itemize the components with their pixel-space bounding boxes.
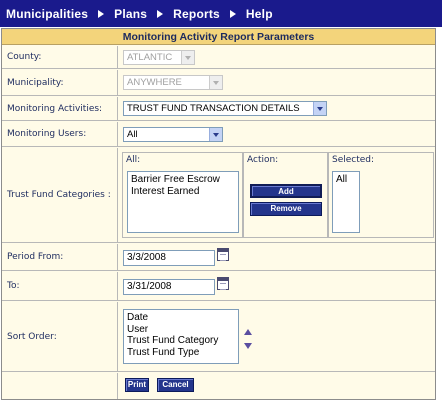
list-item[interactable]: Date — [127, 312, 235, 324]
trust-fund-label: Trust Fund Categories : — [2, 148, 118, 242]
form-title: Monitoring Activity Report Parameters — [2, 29, 435, 45]
county-label: County: — [2, 46, 118, 68]
remove-button[interactable]: Remove — [250, 202, 322, 216]
chevron-down-icon — [181, 51, 194, 64]
menu-arrow-icon — [157, 9, 164, 18]
chevron-down-icon — [209, 128, 222, 141]
list-item[interactable]: Trust Fund Category — [127, 335, 235, 347]
menu-municipalities[interactable]: Municipalities — [6, 6, 105, 21]
selected-panel: Selected: All — [328, 152, 434, 238]
municipality-value: ANYWHERE — [127, 77, 182, 88]
municipality-row: Municipality: ANYWHERE — [2, 70, 435, 96]
move-down-icon[interactable] — [244, 343, 252, 349]
move-up-icon[interactable] — [244, 329, 252, 335]
municipality-select[interactable]: ANYWHERE — [123, 75, 223, 90]
chevron-down-icon — [209, 76, 222, 89]
menu-help[interactable]: Help — [246, 7, 273, 21]
activities-value: TRUST FUND TRANSACTION DETAILS — [127, 103, 300, 114]
selected-list[interactable]: All — [332, 171, 360, 233]
available-panel: All: Barrier Free Escrow Interest Earned — [122, 152, 243, 238]
period-to-input[interactable]: 3/31/2008 — [123, 279, 215, 295]
available-header: All: — [126, 155, 141, 165]
report-parameters-form: Monitoring Activity Report Parameters Co… — [1, 28, 436, 400]
activities-select[interactable]: TRUST FUND TRANSACTION DETAILS — [123, 101, 327, 116]
period-from-input[interactable]: 3/3/2008 — [123, 250, 215, 266]
calendar-icon[interactable] — [217, 277, 229, 290]
period-to-label: To: — [2, 272, 118, 300]
list-item[interactable]: User — [127, 324, 235, 336]
calendar-icon[interactable] — [217, 248, 229, 261]
menu-label: Plans — [114, 6, 148, 21]
trust-fund-row: Trust Fund Categories : All: Barrier Fre… — [2, 148, 435, 243]
menu-arrow-icon — [229, 9, 236, 18]
print-button[interactable]: Print — [125, 378, 149, 392]
users-select[interactable]: All — [123, 127, 223, 142]
activities-row: Monitoring Activities: TRUST FUND TRANSA… — [2, 97, 435, 121]
action-panel: Action: Add Remove — [243, 152, 328, 238]
list-item[interactable]: Interest Earned — [131, 186, 235, 198]
cancel-button[interactable]: Cancel — [157, 378, 194, 392]
activities-label: Monitoring Activities: — [2, 97, 118, 120]
users-label: Monitoring Users: — [2, 122, 118, 146]
list-item[interactable]: Barrier Free Escrow — [131, 174, 235, 186]
users-row: Monitoring Users: All — [2, 122, 435, 147]
period-to-row: To: 3/31/2008 — [2, 272, 435, 301]
period-from-row: Period From: 3/3/2008 — [2, 244, 435, 271]
list-item[interactable]: All — [336, 174, 356, 186]
empty-label-cell — [2, 373, 118, 399]
period-from-label: Period From: — [2, 244, 118, 270]
sort-order-label: Sort Order: — [2, 302, 118, 371]
county-select[interactable]: ATLANTIC — [123, 50, 195, 65]
menu-label: Reports — [173, 6, 220, 21]
menu-label: Municipalities — [6, 6, 89, 21]
menu-plans[interactable]: Plans — [114, 6, 164, 21]
action-buttons-row: Print Cancel — [2, 373, 435, 399]
municipality-label: Municipality: — [2, 70, 118, 95]
add-button[interactable]: Add — [250, 184, 322, 198]
selected-header: Selected: — [332, 155, 375, 165]
county-row: County: ATLANTIC — [2, 46, 435, 69]
users-value: All — [127, 129, 138, 140]
menu-label: Help — [245, 6, 273, 21]
sort-order-list[interactable]: Date User Trust Fund Category Trust Fund… — [123, 309, 239, 364]
list-item[interactable]: Trust Fund Type — [127, 347, 235, 359]
action-header: Action: — [247, 155, 279, 165]
chevron-down-icon — [313, 102, 326, 115]
available-list[interactable]: Barrier Free Escrow Interest Earned — [127, 171, 239, 233]
menu-arrow-icon — [98, 9, 105, 18]
menu-reports[interactable]: Reports — [173, 7, 236, 21]
county-value: ATLANTIC — [127, 52, 173, 63]
top-menu-bar: Municipalities Plans Reports Help — [0, 0, 442, 27]
sort-order-row: Sort Order: Date User Trust Fund Categor… — [2, 302, 435, 372]
